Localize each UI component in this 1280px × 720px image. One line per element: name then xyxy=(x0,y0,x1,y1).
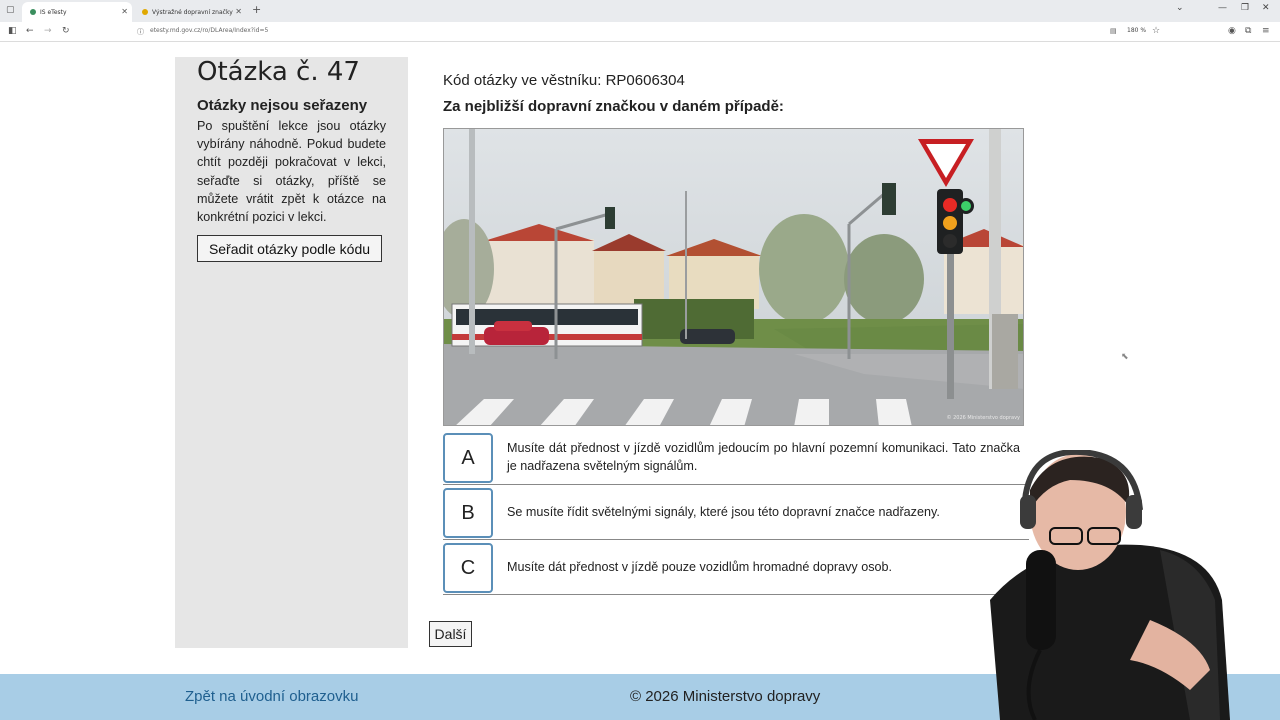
restore-icon[interactable]: ❐ xyxy=(1241,3,1249,13)
url-field[interactable]: etesty.md.gov.cz/ro/DLArea/Index?id=5 xyxy=(150,27,268,34)
tab-label: Výstražné dopravní značky xyxy=(152,8,233,16)
tab-list-chevron-icon[interactable]: ⌄ xyxy=(1176,3,1184,13)
next-button[interactable]: Další xyxy=(429,621,472,647)
answer-letter-button[interactable]: A xyxy=(443,433,493,483)
answer-text[interactable]: Musíte dát přednost v jízdě vozidlům jed… xyxy=(507,439,1020,475)
question-text: Za nejbližší dopravní značkou v daném př… xyxy=(443,98,784,115)
forward-icon[interactable]: → xyxy=(44,26,52,36)
back-icon[interactable]: ← xyxy=(26,26,34,36)
answer-text[interactable]: Se musíte řídit světelnými signály, kter… xyxy=(507,503,1020,521)
new-tab-icon[interactable]: + xyxy=(252,3,261,16)
site-info-icon[interactable]: ⓘ xyxy=(137,27,144,37)
sidebar-toggle-icon[interactable]: ◧ xyxy=(8,26,17,36)
streamer-webcam-image xyxy=(990,450,1230,720)
address-bar: ◧ ← → ↻ ⓘ etesty.md.gov.cz/ro/DLArea/Ind… xyxy=(0,22,1280,42)
answer-option-c[interactable]: C Musíte dát přednost v jízdě pouze vozi… xyxy=(443,541,1029,595)
unsorted-heading: Otázky nejsou seřazeny xyxy=(197,97,368,114)
etesty-favicon-icon xyxy=(30,9,36,15)
minimize-icon[interactable]: — xyxy=(1218,3,1227,13)
tab-etesty[interactable]: IS eTesty ✕ xyxy=(22,2,132,22)
close-window-icon[interactable]: ✕ xyxy=(1262,3,1270,13)
answer-option-a[interactable]: A Musíte dát přednost v jízdě vozidlům j… xyxy=(443,431,1029,485)
answer-letter-button[interactable]: B xyxy=(443,488,493,538)
question-photo: © 2026 Ministerstvo dopravy xyxy=(443,128,1024,426)
intersection-scene-image: © 2026 Ministerstvo dopravy xyxy=(444,129,1023,425)
footer-copyright: © 2026 Ministerstvo dopravy xyxy=(630,688,821,705)
photo-watermark: © 2026 Ministerstvo dopravy xyxy=(947,414,1021,421)
zoom-level[interactable]: 180 % xyxy=(1127,27,1146,34)
question-code: Kód otázky ve věstníku: RP0606304 xyxy=(443,72,685,89)
answer-option-b[interactable]: B Se musíte řídit světelnými signály, kt… xyxy=(443,486,1029,540)
webcam-overlay xyxy=(960,450,1280,720)
tab-znacky[interactable]: Výstražné dopravní značky ✕ xyxy=(134,2,246,22)
bookmark-star-icon[interactable]: ☆ xyxy=(1152,26,1160,36)
reader-view-icon[interactable]: ▤ xyxy=(1110,27,1117,35)
sort-by-code-button[interactable]: Seřadit otázky podle kódu xyxy=(197,235,382,262)
extensions-icon[interactable]: ⧉ xyxy=(1245,26,1251,36)
close-tab-icon[interactable]: ✕ xyxy=(121,7,128,16)
znacky-favicon-icon xyxy=(142,9,148,15)
account-icon[interactable]: ◉ xyxy=(1228,26,1236,36)
tab-label: IS eTesty xyxy=(40,8,67,16)
menu-icon[interactable]: ≡ xyxy=(1262,26,1270,36)
reload-icon[interactable]: ↻ xyxy=(62,26,70,36)
unsorted-description: Po spuštění lekce jsou otázky vybírány n… xyxy=(197,119,386,225)
tab-overview-icon[interactable]: ▢ xyxy=(6,5,15,15)
mouse-cursor-icon: ⬉ xyxy=(1121,352,1129,362)
close-tab-icon[interactable]: ✕ xyxy=(235,7,242,16)
question-number-title: Otázka č. 47 xyxy=(197,57,360,87)
browser-tab-bar: ▢ IS eTesty ✕ Výstražné dopravní značky … xyxy=(0,0,1280,22)
answer-letter-button[interactable]: C xyxy=(443,543,493,593)
back-to-home-link[interactable]: Zpět na úvodní obrazovku xyxy=(185,688,358,705)
answer-text[interactable]: Musíte dát přednost v jízdě pouze vozidl… xyxy=(507,558,1020,576)
